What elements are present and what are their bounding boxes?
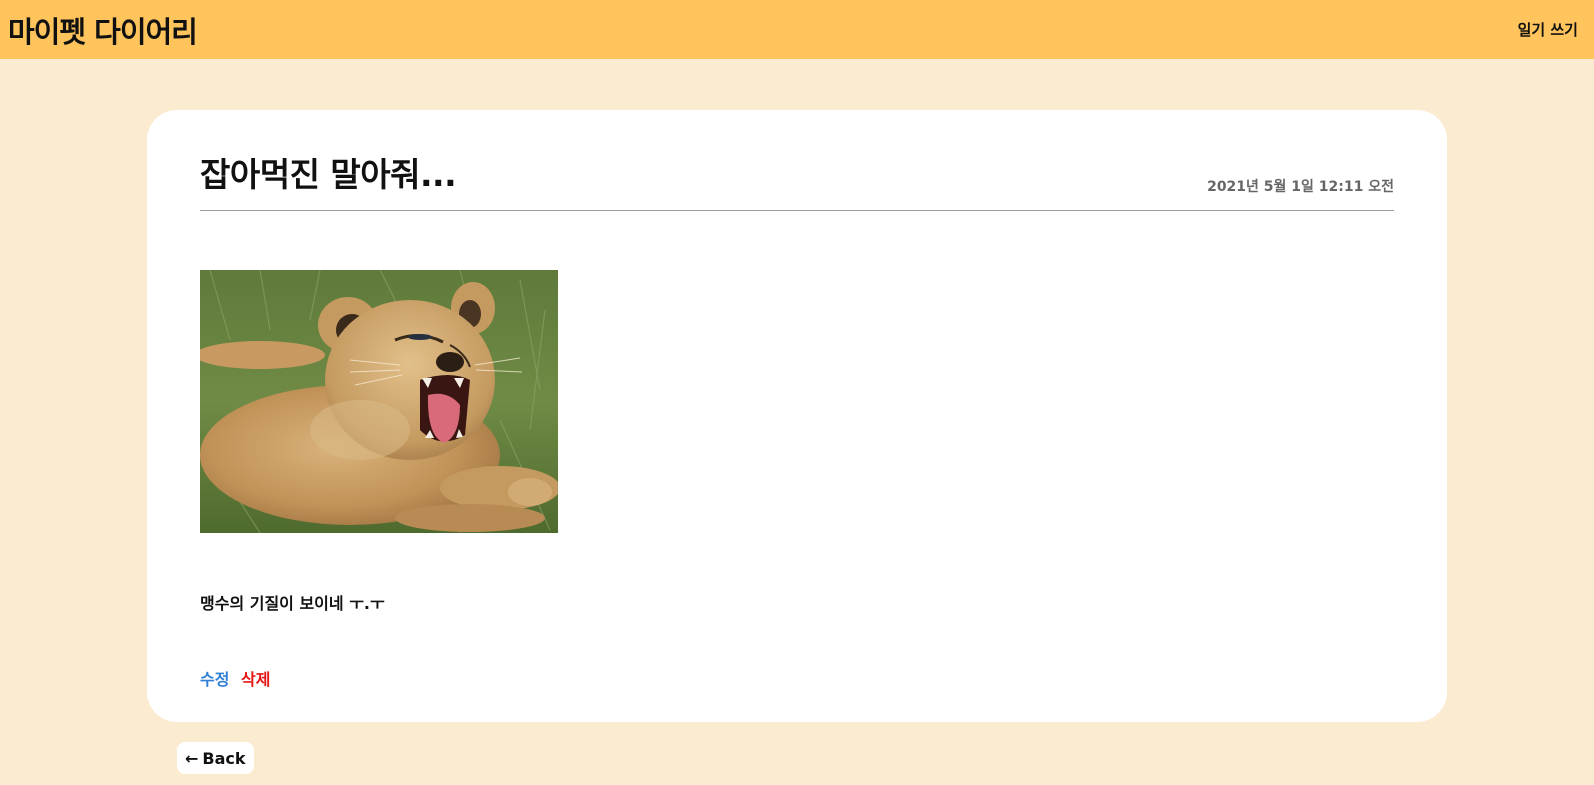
brand-logo-link[interactable]: 마이펫 다이어리 (8, 9, 198, 51)
post-body-text: 맹수의 기질이 보이네 ㅜ.ㅜ (200, 594, 385, 613)
back-button-label: Back (202, 748, 246, 768)
post-date: 2021년 5월 1일 12:11 오전 (1207, 179, 1394, 195)
arrow-left-icon: ← (185, 748, 199, 768)
back-button[interactable]: ← Back (177, 742, 254, 774)
post-photo (200, 270, 558, 533)
write-diary-link[interactable]: 일기 쓰기 (1518, 19, 1578, 40)
post-actions: 수정 삭제 (200, 666, 270, 690)
top-navbar: 마이펫 다이어리 일기 쓰기 (0, 0, 1594, 59)
delete-button[interactable]: 삭제 (241, 670, 270, 689)
post-card: 잡아먹진 말아줘... 2021년 5월 1일 12:11 오전 맹수의 기질이… (147, 110, 1447, 722)
post-header: 잡아먹진 말아줘... 2021년 5월 1일 12:11 오전 (200, 140, 1394, 211)
edit-button[interactable]: 수정 (200, 670, 229, 689)
post-title: 잡아먹진 말아줘... (200, 155, 457, 194)
